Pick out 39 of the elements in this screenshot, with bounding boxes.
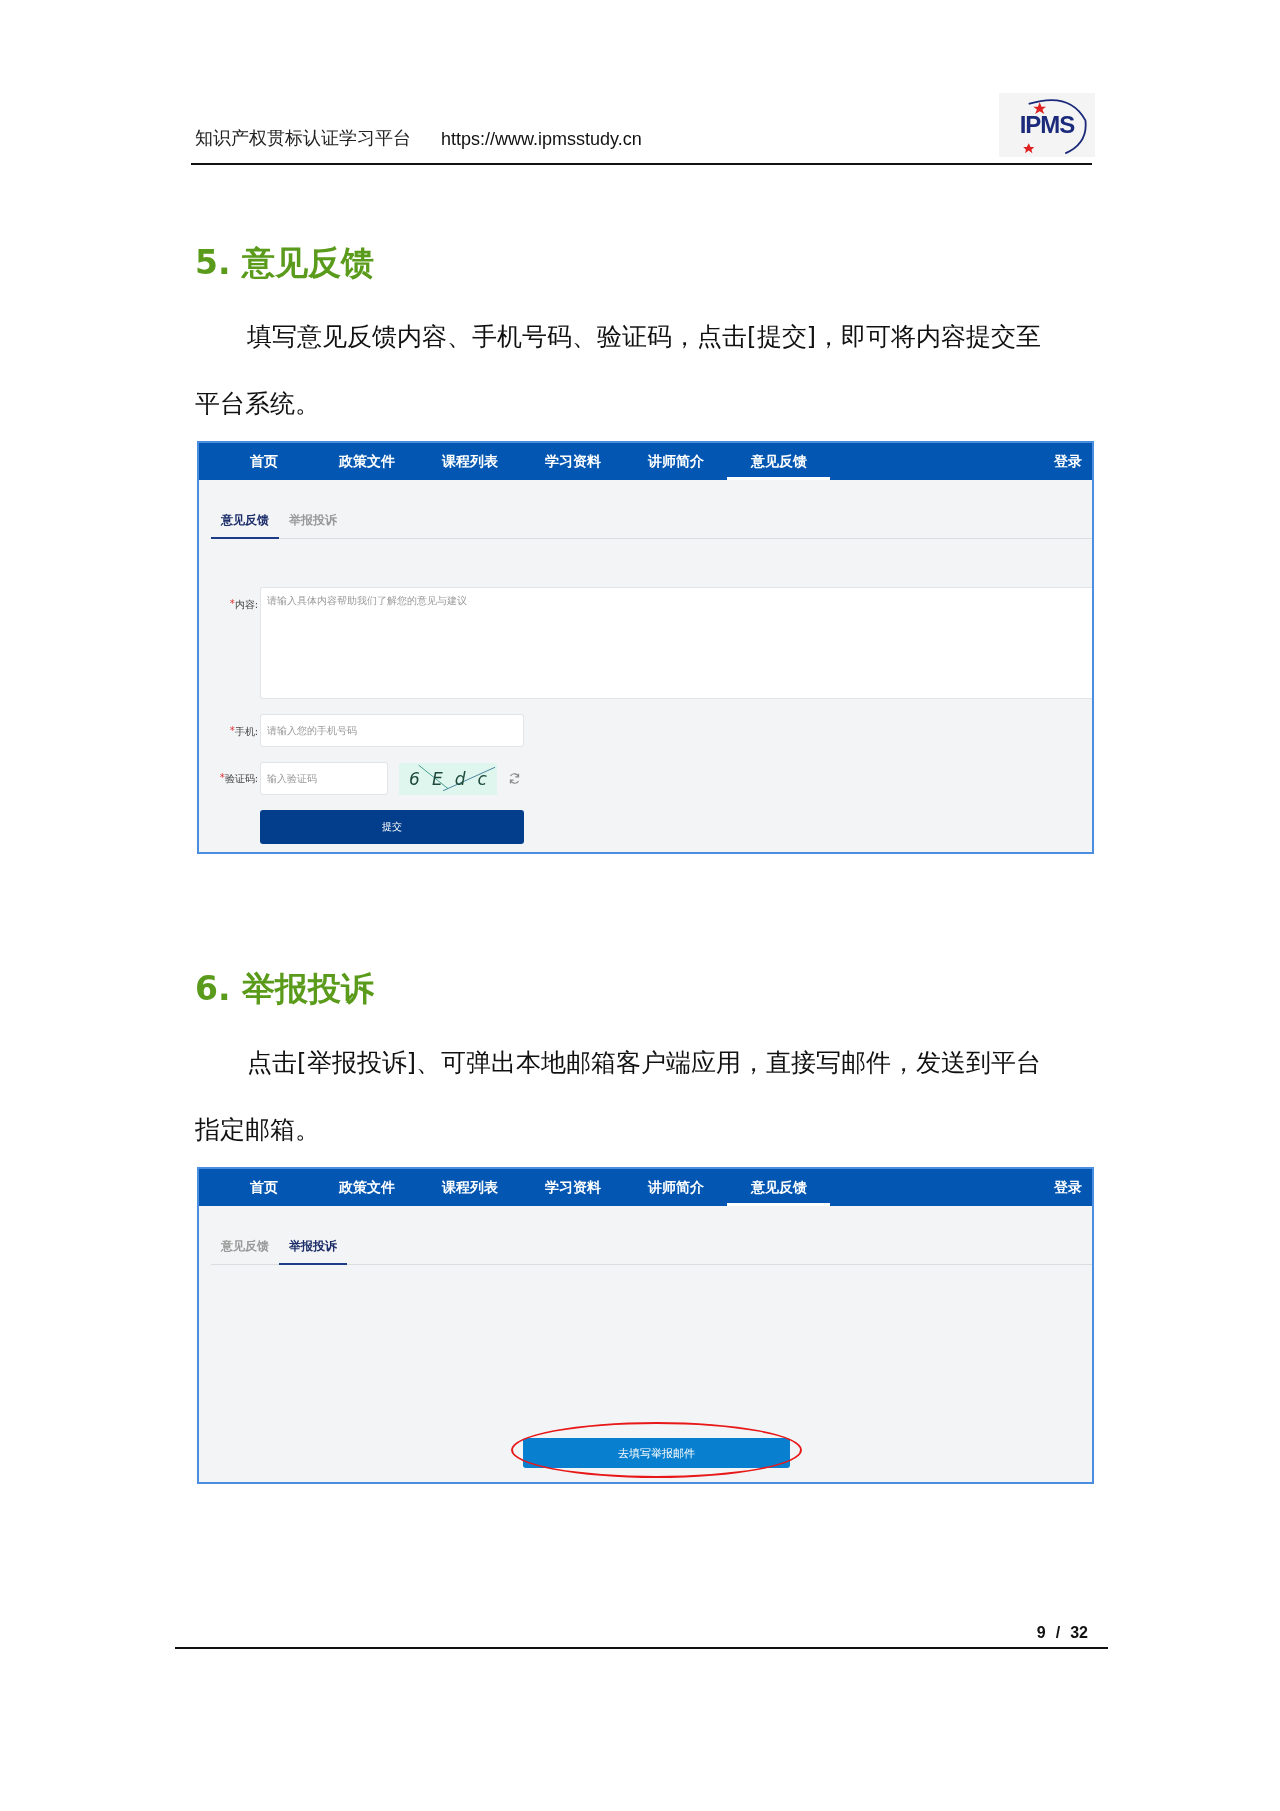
paragraph: 点击[举报投诉]、可弹出本地邮箱客户端应用，直接写邮件，发送到平台指定邮箱。 xyxy=(195,1047,1043,1146)
site-name: 知识产权贯标认证学习平台 xyxy=(195,126,411,150)
nav-item[interactable]: 意见反馈 xyxy=(727,443,830,480)
login-link[interactable]: 登录 xyxy=(1054,1169,1082,1206)
paragraph: 填写意见反馈内容、手机号码、验证码，点击[提交]，即可将内容提交至平台系统。 xyxy=(195,321,1043,420)
phone-field[interactable]: 请输入您的手机号码 xyxy=(260,714,524,747)
site-url: https://www.ipmsstudy.cn xyxy=(441,129,642,150)
field-label: 手机: xyxy=(234,725,258,739)
login-link[interactable]: 登录 xyxy=(1054,443,1082,480)
nav-item[interactable]: 意见反馈 xyxy=(727,1169,830,1206)
page-number: 9 xyxy=(1036,1624,1046,1642)
nav-item[interactable]: 政策文件 xyxy=(315,1169,418,1206)
tab[interactable]: 意见反馈 xyxy=(211,506,279,539)
captcha-image: 6 E d c xyxy=(399,762,497,795)
nav-item[interactable]: 政策文件 xyxy=(315,443,418,480)
field-label: 验证码: xyxy=(224,771,258,786)
nav-item[interactable]: 学习资料 xyxy=(521,443,624,480)
section-heading: 5. 意见反馈 xyxy=(195,243,375,283)
nav-item[interactable]: 首页 xyxy=(212,1169,315,1206)
nav-item[interactable]: 课程列表 xyxy=(418,443,521,480)
required-mark: * xyxy=(219,771,225,783)
captcha-field[interactable]: 输入验证码 xyxy=(260,762,388,795)
nav-item[interactable]: 首页 xyxy=(212,443,315,480)
required-mark: * xyxy=(229,725,235,738)
tab[interactable]: 举报投诉 xyxy=(279,1232,347,1265)
field-label: 内容: xyxy=(234,598,258,612)
section-heading: 6. 举报投诉 xyxy=(195,969,375,1009)
content-field[interactable]: 请输入具体内容帮助我们了解您的意见与建议 xyxy=(260,587,1092,699)
page-total: 32 xyxy=(1070,1624,1088,1642)
nav-item[interactable]: 讲师简介 xyxy=(624,1169,727,1206)
page-separator: / xyxy=(1055,1624,1061,1642)
logo: IPMS xyxy=(999,93,1095,157)
nav-item[interactable]: 讲师简介 xyxy=(624,443,727,480)
nav-item[interactable]: 学习资料 xyxy=(521,1169,624,1206)
report-email-button[interactable]: 去填写举报邮件 xyxy=(523,1438,790,1468)
submit-button[interactable]: 提交 xyxy=(260,810,524,844)
required-mark: * xyxy=(229,598,235,609)
refresh-icon[interactable] xyxy=(508,772,521,785)
nav-item[interactable]: 课程列表 xyxy=(418,1169,521,1206)
